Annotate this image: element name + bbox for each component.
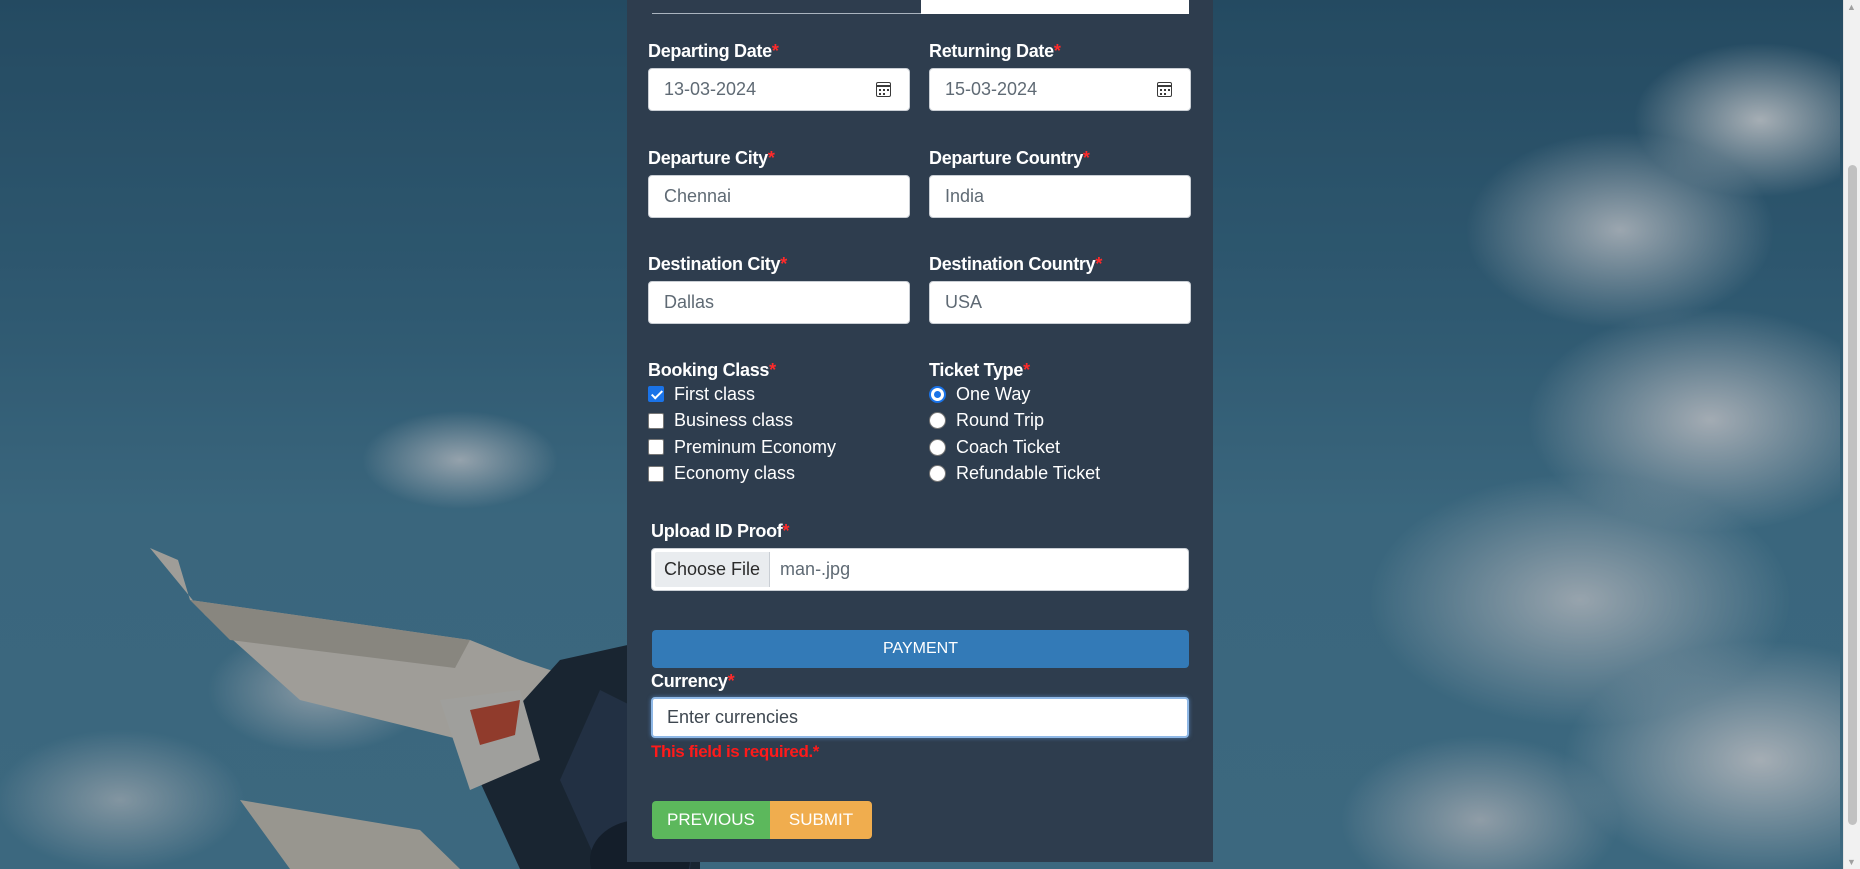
- departing-date-field: Departing Date* 13-03-2024: [648, 40, 910, 111]
- radio[interactable]: [929, 438, 946, 456]
- ticket-type-option-coach[interactable]: Coach Ticket: [929, 434, 1191, 461]
- previous-button[interactable]: PREVIOUS: [652, 801, 770, 839]
- checkbox-checked[interactable]: [648, 386, 664, 403]
- tab-previous-step[interactable]: [652, 0, 921, 14]
- departure-city-input[interactable]: Chennai: [648, 175, 910, 218]
- ticket-type-option-refundable[interactable]: Refundable Ticket: [929, 461, 1191, 488]
- returning-date-field: Returning Date* 15-03-2024: [929, 40, 1191, 111]
- departure-country-input[interactable]: India: [929, 175, 1191, 218]
- submit-button[interactable]: SUBMIT: [769, 801, 873, 839]
- destination-city-input[interactable]: Dallas: [648, 281, 910, 324]
- destination-city-field: Destination City* Dallas: [648, 253, 910, 324]
- destination-country-input[interactable]: USA: [929, 281, 1191, 324]
- form-tabs: [652, 0, 1189, 14]
- form-actions: PREVIOUS SUBMIT: [652, 801, 873, 839]
- departure-country-label: Departure Country*: [929, 148, 1090, 168]
- upload-id-label: Upload ID Proof*: [651, 521, 790, 541]
- destination-city-label: Destination City*: [648, 254, 787, 274]
- checkbox[interactable]: [648, 439, 664, 456]
- departure-city-label: Departure City*: [648, 148, 775, 168]
- scroll-down-arrow-icon[interactable]: ▼: [1847, 857, 1856, 867]
- destination-country-label: Destination Country*: [929, 254, 1103, 274]
- booking-form-panel: Departing Date* 13-03-2024 Returning Dat…: [627, 0, 1213, 862]
- checkbox[interactable]: [648, 465, 664, 482]
- currency-label: Currency*: [651, 671, 735, 691]
- departing-date-input[interactable]: 13-03-2024: [648, 68, 910, 111]
- calendar-icon[interactable]: [876, 82, 891, 97]
- ticket-type-option-round-trip[interactable]: Round Trip: [929, 408, 1191, 435]
- choose-file-button[interactable]: Choose File: [655, 552, 771, 587]
- booking-class-option-business[interactable]: Business class: [648, 408, 910, 435]
- returning-date-label: Returning Date*: [929, 41, 1061, 61]
- currency-error-message: This field is required.*: [651, 742, 819, 761]
- ticket-type-label: Ticket Type*: [929, 360, 1030, 380]
- ticket-type-option-one-way[interactable]: One Way: [929, 381, 1191, 408]
- booking-class-option-economy[interactable]: Economy class: [648, 461, 910, 488]
- booking-class-label: Booking Class*: [648, 360, 776, 380]
- file-upload-input[interactable]: Choose File man-.jpg: [651, 548, 1189, 591]
- page-scrollbar[interactable]: ▲ ▼: [1843, 0, 1860, 869]
- radio[interactable]: [929, 465, 946, 483]
- departure-city-field: Departure City* Chennai: [648, 147, 910, 218]
- ticket-type-group: Ticket Type* One Way Round Trip Coach Ti…: [929, 359, 1191, 487]
- departure-country-field: Departure Country* India: [929, 147, 1191, 218]
- booking-class-option-first[interactable]: First class: [648, 381, 910, 408]
- radio-selected[interactable]: [929, 385, 946, 403]
- checkbox[interactable]: [648, 412, 664, 429]
- radio[interactable]: [929, 412, 946, 430]
- upload-id-field: Upload ID Proof* Choose File man-.jpg: [651, 520, 1189, 591]
- selected-file-name: man-.jpg: [780, 559, 851, 579]
- currency-input[interactable]: Enter currencies: [651, 697, 1189, 738]
- tab-current-step[interactable]: [921, 0, 1189, 14]
- calendar-icon[interactable]: [1157, 82, 1172, 97]
- scroll-up-arrow-icon[interactable]: ▲: [1847, 2, 1856, 12]
- departing-date-label: Departing Date*: [648, 41, 779, 61]
- scrollbar-thumb[interactable]: [1848, 165, 1857, 825]
- returning-date-input[interactable]: 15-03-2024: [929, 68, 1191, 111]
- currency-field: Currency* Enter currencies This field is…: [651, 670, 1189, 762]
- destination-country-field: Destination Country* USA: [929, 253, 1191, 324]
- payment-section-header: PAYMENT: [652, 630, 1189, 668]
- booking-class-option-premium-economy[interactable]: Preminum Economy: [648, 434, 910, 461]
- booking-class-group: Booking Class* First class Business clas…: [648, 359, 910, 487]
